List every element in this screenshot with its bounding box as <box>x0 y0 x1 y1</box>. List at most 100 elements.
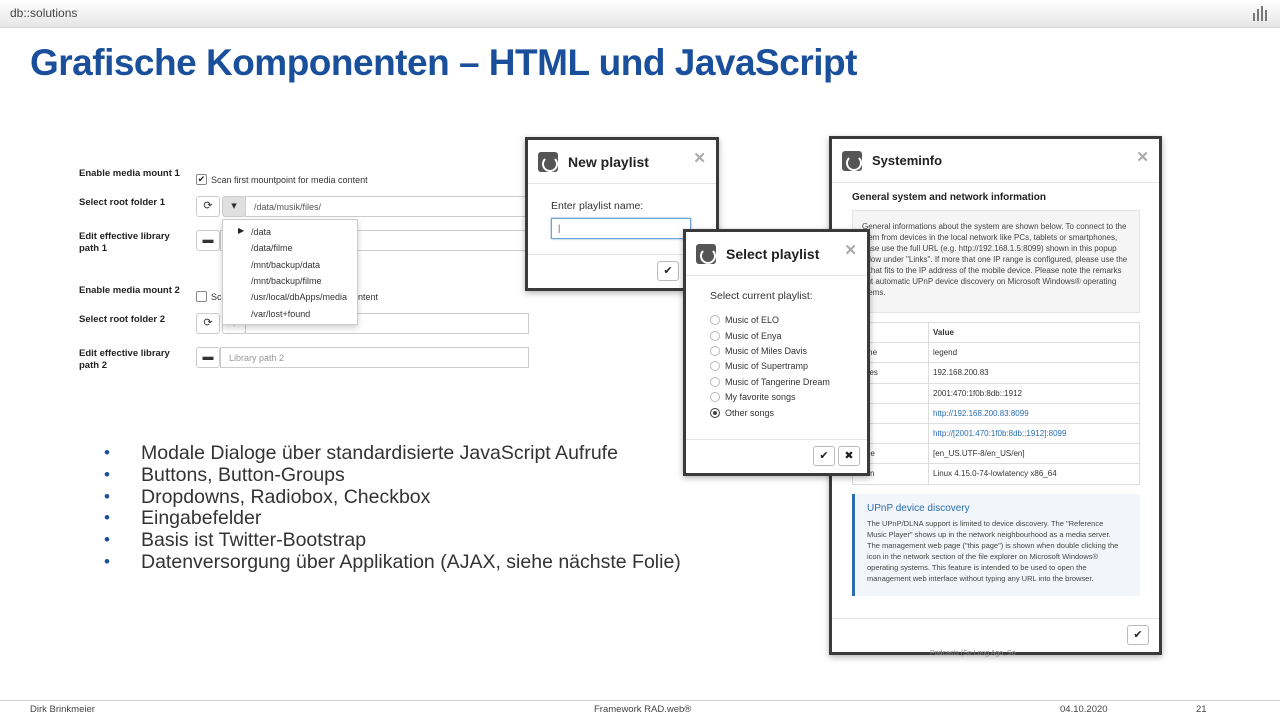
radio-label: My favorite songs <box>725 392 796 402</box>
systeminfo-table: eValue namelegend esses192.168.200.83 20… <box>852 321 1140 485</box>
footer-divider <box>0 700 1280 701</box>
table-header-row: eValue <box>852 321 1140 344</box>
page-number: 21 <box>1196 704 1207 715</box>
bullet-item: • Eingabefelder <box>104 507 262 530</box>
app-logo-icon <box>842 151 862 171</box>
close-icon[interactable]: ✕ <box>844 241 857 259</box>
app-logo-icon <box>696 244 716 264</box>
playlist-name-label: Enter playlist name: <box>551 200 644 212</box>
dialog-title: Systeminfo <box>872 153 943 168</box>
table-row: uage[en_US.UTF-8/en_US/en] <box>852 443 1140 465</box>
url-link[interactable]: http://192.168.200.83:8099 <box>933 409 1029 418</box>
dialog-header: New playlist ✕ <box>528 140 716 184</box>
table-row: stemLinux 4.15.0-74-lowlatency x86_64 <box>852 463 1140 485</box>
radio-label: Other songs <box>725 408 775 418</box>
refresh-icon: ⟳ <box>203 317 213 329</box>
close-icon[interactable]: ✕ <box>693 149 706 167</box>
radio-button[interactable] <box>710 377 720 387</box>
playlist-name-input[interactable]: | <box>551 218 691 239</box>
lib2-label: Edit effective library path 2 <box>79 348 170 371</box>
dialog-title: Select playlist <box>726 246 820 262</box>
url-link[interactable]: http://[2001:470:1f0b:8db::1912]:8099 <box>933 429 1066 438</box>
upnp-callout: UPnP device discovery The UPnP/DLNA supp… <box>852 494 1140 596</box>
dialog-footer: ✔ ✖ <box>686 439 867 473</box>
radio-button[interactable] <box>710 346 720 356</box>
refresh-button-1[interactable]: ⟳ <box>196 196 220 217</box>
radio-label: Music of Supertramp <box>725 361 809 371</box>
root2-label: Select root folder 2 <box>79 314 166 325</box>
caret-right-icon: ▶ <box>238 226 245 235</box>
lib1-label: Edit effective library path 1 <box>79 231 170 254</box>
background-text: Podcasts (So Long Ago, So <box>930 650 1016 657</box>
radio-button[interactable] <box>710 392 720 402</box>
table-row: http://192.168.200.83:8099 <box>852 402 1140 424</box>
select-playlist-label: Select current playlist: <box>710 290 813 302</box>
folder-icon: ▬ <box>202 351 214 363</box>
mount2-label: Enable media mount 2 <box>79 285 180 296</box>
check-icon: ✔ <box>663 265 673 277</box>
systeminfo-heading: General system and network information <box>852 192 1046 203</box>
cancel-button[interactable]: ✖ <box>838 446 860 466</box>
table-row: esses192.168.200.83 <box>852 362 1140 384</box>
radio-button-selected[interactable] <box>710 408 720 418</box>
radio-button[interactable] <box>710 331 720 341</box>
root-folder-dropdown-menu: ▶ /data /data/filme /mnt/backup/data /mn… <box>222 219 358 325</box>
callout-title: UPnP device discovery <box>867 503 970 514</box>
dialog-header: Select playlist ✕ <box>686 232 867 276</box>
bullet-item: • Basis ist Twitter-Bootstrap <box>104 529 367 552</box>
table-row: 2001:470:1f0b:8db::1912 <box>852 382 1140 404</box>
root1-input[interactable]: /data/musik/files/ <box>245 196 529 217</box>
select-playlist-dialog: Select playlist ✕ Select current playlis… <box>683 229 870 476</box>
bullet-item: • Dropdowns, Radiobox, Checkbox <box>104 485 431 508</box>
mount1-checkbox-label: Scan first mountpoint for media content <box>211 175 368 185</box>
close-icon[interactable]: ✕ <box>1136 148 1149 166</box>
radio-label: Music of Enya <box>725 331 782 341</box>
dropdown-item[interactable]: /data <box>251 227 271 237</box>
systeminfo-dialog: Systeminfo ✕ General system and network … <box>829 136 1162 655</box>
mount1-checkbox[interactable]: ✔ <box>196 174 207 185</box>
bullet-item: • Buttons, Button-Groups <box>104 463 345 486</box>
radio-button[interactable] <box>710 315 720 325</box>
table-row: http://[2001:470:1f0b:8db::1912]:8099 <box>852 422 1140 445</box>
caret-down-icon: ▾ <box>231 200 237 212</box>
refresh-button-2[interactable]: ⟳ <box>196 313 220 334</box>
dialog-title: New playlist <box>568 154 649 170</box>
systeminfo-intro: General informations about the system ar… <box>862 222 1128 297</box>
dropdown-item[interactable]: /mnt/backup/filme <box>251 276 322 286</box>
ok-button[interactable]: ✔ <box>657 261 679 281</box>
slide-title: Grafische Komponenten – HTML und JavaScr… <box>30 42 857 83</box>
dropdown-item[interactable]: /var/lost+found <box>251 309 310 319</box>
root1-dropdown-toggle[interactable]: ▾ <box>222 196 246 217</box>
callout-text: The UPnP/DLNA support is limited to devi… <box>867 519 1119 583</box>
bullet-item: • Modale Dialoge über standardisierte Jav… <box>104 442 618 464</box>
radio-label: Music of ELO <box>725 315 780 325</box>
ok-button[interactable]: ✔ <box>813 446 835 466</box>
footer-framework: Framework RAD.web® <box>594 704 692 715</box>
brand-label: db::solutions <box>10 6 78 20</box>
dialog-header: Systeminfo ✕ <box>832 139 1159 183</box>
lib2-input[interactable]: Library path 2 <box>220 347 529 368</box>
folder-icon: ▬ <box>202 234 214 246</box>
top-bar <box>0 0 1280 28</box>
dropdown-item[interactable]: /usr/local/dbApps/media <box>251 292 347 302</box>
check-icon: ✔ <box>1133 629 1143 641</box>
footer-author: Dirk Brinkmeier <box>30 704 95 715</box>
folder-button-2[interactable]: ▬ <box>196 347 220 368</box>
check-icon: ✔ <box>819 450 829 462</box>
root1-label: Select root folder 1 <box>79 197 166 208</box>
bullet-item: • Datenversorgung über Applikation (AJAX,… <box>104 550 681 573</box>
dialog-footer: ✔ <box>832 618 1159 652</box>
footer-date: 04.10.2020 <box>1060 704 1108 715</box>
brand-logo-icon <box>1253 6 1267 21</box>
radio-button[interactable] <box>710 361 720 371</box>
ok-button[interactable]: ✔ <box>1127 625 1149 645</box>
mount2-checkbox[interactable] <box>196 291 207 302</box>
app-logo-icon <box>538 152 558 172</box>
mount1-label: Enable media mount 1 <box>79 168 180 179</box>
dropdown-item[interactable]: /mnt/backup/data <box>251 260 320 270</box>
table-row: namelegend <box>852 342 1140 364</box>
refresh-icon: ⟳ <box>203 200 213 212</box>
dropdown-item[interactable]: /data/filme <box>251 243 293 253</box>
radio-label: Music of Miles Davis <box>725 346 808 356</box>
folder-button-1[interactable]: ▬ <box>196 230 220 251</box>
